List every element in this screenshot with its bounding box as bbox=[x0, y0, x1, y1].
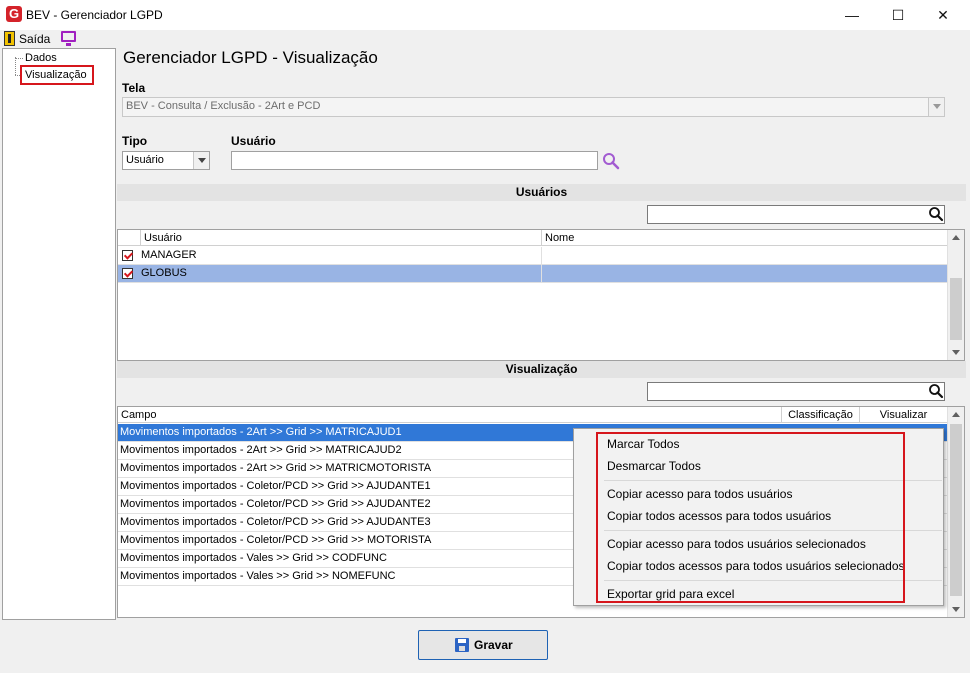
scroll-thumb[interactable] bbox=[950, 424, 962, 596]
scroll-up-icon[interactable] bbox=[948, 407, 964, 423]
scroll-up-icon[interactable] bbox=[948, 230, 964, 246]
users-vertical-scrollbar[interactable] bbox=[947, 230, 964, 360]
scroll-thumb[interactable] bbox=[950, 278, 962, 340]
close-button[interactable]: ✕ bbox=[920, 0, 966, 30]
search-icon[interactable] bbox=[928, 383, 944, 399]
campo-cell: Movimentos importados - Coletor/PCD >> G… bbox=[120, 498, 431, 510]
table-row[interactable]: MANAGER bbox=[118, 247, 947, 265]
navigation-tree: Dados Visualização bbox=[2, 48, 116, 620]
campo-cell: Movimentos importados - 2Art >> Grid >> … bbox=[120, 462, 432, 474]
user-usuario-cell: MANAGER bbox=[141, 249, 197, 261]
users-column-usuario[interactable]: Usuário bbox=[140, 230, 541, 246]
chevron-down-icon[interactable] bbox=[193, 152, 209, 169]
campo-cell: Movimentos importados - 2Art >> Grid >> … bbox=[120, 426, 402, 438]
checkbox-checked[interactable] bbox=[122, 250, 133, 261]
users-search-input[interactable] bbox=[647, 205, 945, 224]
door-exit-icon[interactable] bbox=[4, 31, 15, 46]
menu-bar: Saída bbox=[0, 30, 970, 48]
exit-menu-item[interactable]: Saída bbox=[19, 32, 50, 46]
scroll-down-icon[interactable] bbox=[948, 344, 964, 360]
vis-column-campo[interactable]: Campo bbox=[118, 407, 781, 423]
user-nome-cell bbox=[541, 247, 542, 264]
campo-cell: Movimentos importados - Vales >> Grid >>… bbox=[120, 552, 387, 564]
vis-column-visualizar[interactable]: Visualizar bbox=[859, 407, 947, 423]
campo-cell: Movimentos importados - 2Art >> Grid >> … bbox=[120, 444, 402, 456]
visualizacao-vertical-scrollbar[interactable] bbox=[947, 407, 964, 617]
visualizacao-search-input[interactable] bbox=[647, 382, 945, 401]
context-menu-highlight bbox=[596, 432, 905, 603]
user-usuario-cell: GLOBUS bbox=[141, 267, 187, 279]
campo-cell: Movimentos importados - Coletor/PCD >> G… bbox=[120, 516, 431, 528]
maximize-button[interactable]: ☐ bbox=[875, 0, 921, 30]
campo-cell: Movimentos importados - Vales >> Grid >>… bbox=[120, 570, 396, 582]
usuario-filter-label: Usuário bbox=[231, 134, 276, 148]
tela-select-value: BEV - Consulta / Exclusão - 2Art e PCD bbox=[126, 100, 321, 112]
checkbox-checked[interactable] bbox=[122, 268, 133, 279]
campo-cell: Movimentos importados - Coletor/PCD >> G… bbox=[120, 480, 431, 492]
tipo-select[interactable]: Usuário bbox=[122, 151, 210, 170]
users-grid-corner bbox=[118, 230, 140, 246]
monitor-icon[interactable] bbox=[61, 31, 76, 46]
minimize-button[interactable]: — bbox=[829, 0, 875, 30]
tela-select[interactable]: BEV - Consulta / Exclusão - 2Art e PCD bbox=[122, 97, 945, 117]
scroll-down-icon[interactable] bbox=[948, 601, 964, 617]
save-button-label: Gravar bbox=[474, 638, 513, 652]
tipo-select-value: Usuário bbox=[126, 154, 164, 166]
page-title: Gerenciador LGPD - Visualização bbox=[123, 48, 378, 67]
tree-connector bbox=[15, 58, 23, 59]
search-icon[interactable] bbox=[928, 206, 944, 222]
users-column-nome[interactable]: Nome bbox=[541, 230, 947, 246]
user-nome-cell bbox=[541, 265, 542, 282]
tree-connector bbox=[15, 57, 16, 75]
tree-item-dados[interactable]: Dados bbox=[25, 52, 57, 64]
title-bar: G BEV - Gerenciador LGPD — ☐ ✕ bbox=[0, 0, 970, 30]
vis-column-classificacao[interactable]: Classificação bbox=[781, 407, 859, 423]
tree-item-visualizacao[interactable]: Visualização bbox=[25, 69, 87, 81]
app-logo-icon: G bbox=[6, 6, 22, 22]
table-row-selected[interactable]: GLOBUS bbox=[118, 265, 947, 283]
floppy-disk-icon bbox=[455, 638, 469, 652]
tela-label: Tela bbox=[122, 81, 146, 95]
tipo-label: Tipo bbox=[122, 134, 148, 148]
users-section-header: Usuários bbox=[117, 184, 966, 201]
visualizacao-section-header: Visualização bbox=[117, 361, 966, 378]
users-grid: Usuário Nome MANAGER GLOBUS bbox=[117, 229, 965, 361]
chevron-down-icon[interactable] bbox=[928, 98, 944, 116]
usuario-filter-input[interactable] bbox=[231, 151, 598, 170]
save-button[interactable]: Gravar bbox=[418, 630, 548, 660]
window-title: BEV - Gerenciador LGPD bbox=[26, 8, 163, 22]
campo-cell: Movimentos importados - Coletor/PCD >> G… bbox=[120, 534, 432, 546]
search-icon[interactable] bbox=[602, 152, 620, 170]
